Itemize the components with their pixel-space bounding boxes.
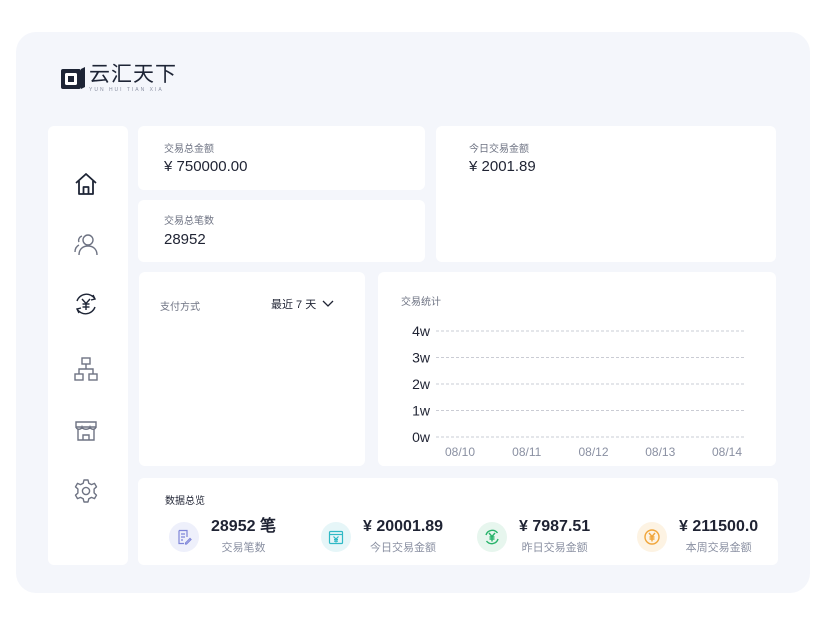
x-tick-label: 08/14: [712, 445, 742, 459]
sidebar-item-home[interactable]: [72, 170, 100, 198]
x-tick-label: 08/11: [512, 445, 541, 459]
total-amount-label: 交易总金额: [164, 144, 214, 155]
home-icon: [75, 173, 97, 195]
sidebar-item-organization[interactable]: [72, 355, 100, 383]
sidebar-item-users[interactable]: [72, 230, 100, 258]
sidebar: [48, 126, 128, 565]
summary-icon-bg: [321, 522, 351, 552]
payment-method-card: 支付方式 最近 7 天: [139, 272, 365, 466]
yuan-transfer-icon: [75, 293, 97, 315]
x-tick-label: 08/10: [445, 445, 475, 459]
settings-icon: [74, 479, 98, 503]
brand-logo[interactable]: 云汇天下 YUN HUI TIAN XIA: [60, 64, 177, 93]
today-amount-label: 今日交易金额: [469, 144, 529, 155]
yuan-coin-icon: [644, 529, 660, 545]
data-overview-card: 数据总览 28952 笔 交易笔数 ¥ 20001.89 今日交易金额 ¥ 79…: [138, 478, 778, 565]
summary-icon-bg: [477, 522, 507, 552]
brand-name-pinyin: YUN HUI TIAN XIA: [89, 87, 164, 93]
payment-method-label: 支付方式: [160, 302, 200, 313]
store-icon: [75, 421, 97, 441]
summary-icon-bg: [169, 522, 199, 552]
chevron-down-icon: [322, 300, 334, 307]
summary-item-yesterday: ¥ 7987.51 昨日交易金额: [477, 518, 590, 555]
summary-value: ¥ 20001.89: [363, 518, 444, 535]
summary-label: 交易笔数: [221, 542, 266, 554]
total-amount-value: ¥ 750000.00: [164, 158, 248, 175]
overview-title: 数据总览: [165, 496, 205, 507]
summary-label: 昨日交易金额: [521, 542, 588, 554]
document-edit-icon: [178, 529, 192, 545]
today-amount-value: ¥ 2001.89: [469, 158, 536, 175]
transaction-line-chart: 0w 1w 2w 3w 4w 08/10 08/11 08/12 08/13 08/14: [412, 323, 746, 459]
summary-label: 今日交易金额: [370, 542, 437, 554]
summary-value: 28952 笔: [211, 518, 276, 535]
summary-icon-bg: [637, 522, 667, 552]
summary-item-today: ¥ 20001.89 今日交易金额: [321, 518, 443, 555]
y-tick-label: 4w: [412, 323, 431, 339]
sidebar-item-store[interactable]: [72, 416, 100, 444]
users-icon: [74, 234, 98, 256]
total-amount-card: 交易总金额 ¥ 750000.00: [138, 126, 425, 190]
summary-item-count: 28952 笔 交易笔数: [169, 518, 276, 555]
brand-mark-icon: [61, 67, 85, 89]
y-tick-label: 0w: [412, 429, 431, 445]
transaction-chart-card: 交易统计 0w 1w 2w 3w 4w 08/10 08/11 08/12 08/13 08/14: [378, 272, 776, 466]
brand-name: 云汇天下: [89, 63, 177, 86]
yuan-calendar-icon: [328, 530, 344, 545]
sidebar-item-transactions[interactable]: [72, 290, 100, 318]
total-count-label: 交易总笔数: [164, 216, 214, 227]
total-count-value: 28952: [164, 231, 206, 248]
date-range-value: 最近 7 天: [271, 299, 317, 311]
org-chart-icon: [74, 357, 98, 381]
yuan-refresh-icon: [485, 529, 499, 545]
x-tick-label: 08/12: [578, 445, 608, 459]
date-range-dropdown[interactable]: 最近 7 天: [271, 296, 334, 312]
total-count-card: 交易总笔数 28952: [138, 200, 425, 262]
summary-value: ¥ 211500.0: [679, 518, 759, 535]
summary-value: ¥ 7987.51: [519, 518, 591, 535]
summary-item-week: ¥ 211500.0 本周交易金额: [637, 518, 758, 555]
y-tick-label: 1w: [412, 403, 431, 419]
y-tick-label: 2w: [412, 376, 431, 392]
summary-label: 本周交易金额: [685, 542, 752, 554]
today-amount-card: 今日交易金额 ¥ 2001.89: [436, 126, 776, 262]
x-tick-label: 08/13: [645, 445, 675, 459]
sidebar-item-settings[interactable]: [72, 477, 100, 505]
y-tick-label: 3w: [412, 350, 431, 366]
